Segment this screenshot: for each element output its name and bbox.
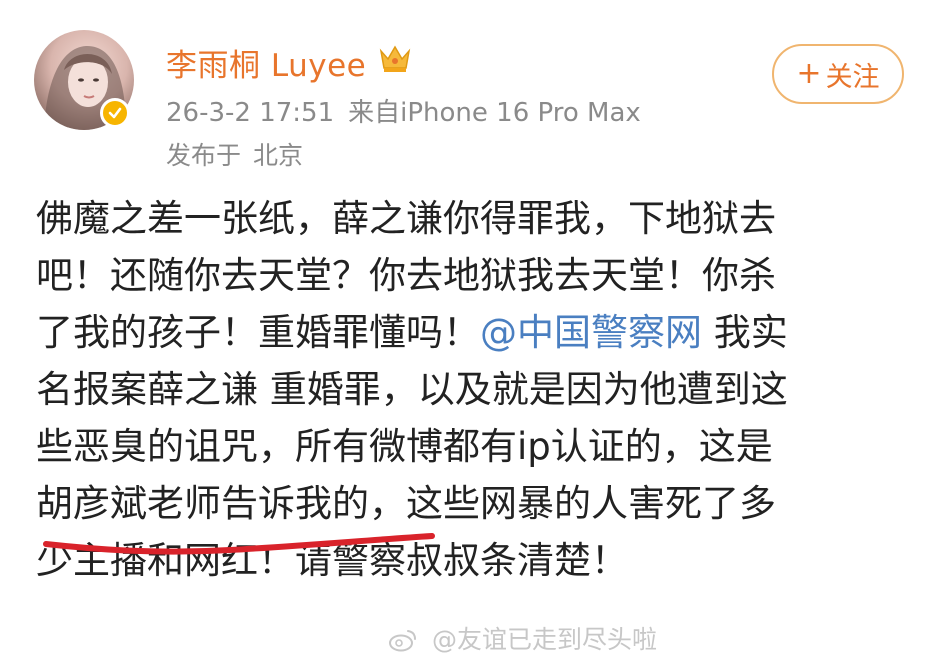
post-line: 佛魔之差一张纸，薛之谦你得罪我，下地狱去 (36, 197, 776, 240)
follow-button[interactable]: + 关注 (772, 44, 904, 104)
post-line: 了我的孩子！重婚罪懂吗！@中国警察网 我实 (36, 304, 896, 361)
follow-label: 关注 (825, 61, 880, 93)
weibo-logo-icon (389, 630, 416, 652)
post-line: 吧！还随你去天堂？你去地狱我去天堂！你杀 (36, 254, 776, 297)
post-line: 些恶臭的诅咒，所有微博都有ip认证的，这是 (36, 425, 773, 468)
watermark-text: @友谊已走到尽头啦 (431, 625, 657, 654)
mention-link[interactable]: @中国警察网 (480, 311, 702, 354)
post-location: 发布于 北京 (166, 136, 303, 172)
post-meta: 26-3-2 17:51 来自iPhone 16 Pro Max (166, 92, 655, 129)
verified-check-icon (100, 98, 130, 128)
username[interactable]: 李雨桐 Luyee (166, 40, 366, 85)
watermark: @友谊已走到尽头啦 (388, 620, 657, 656)
post-line-text: 了我的孩子！重婚罪懂吗！ (36, 311, 480, 354)
timestamp: 26-3-2 17:51 (166, 98, 335, 128)
post-line-text: 我实 (702, 311, 788, 354)
location-prefix: 发布于 (166, 141, 242, 170)
red-underline-annotation (43, 533, 435, 555)
crown-icon (379, 45, 411, 72)
post-line: 名报案薛之谦 重婚罪，以及就是因为他遭到这 (36, 368, 788, 411)
location-name: 北京 (253, 141, 304, 170)
plus-icon: + (796, 56, 822, 91)
weibo-post: 李雨桐 Luyee 26-3-2 17:51 来自iPhone 16 Pro Ma… (0, 0, 940, 660)
source-device: 来自iPhone 16 Pro Max (348, 98, 641, 128)
